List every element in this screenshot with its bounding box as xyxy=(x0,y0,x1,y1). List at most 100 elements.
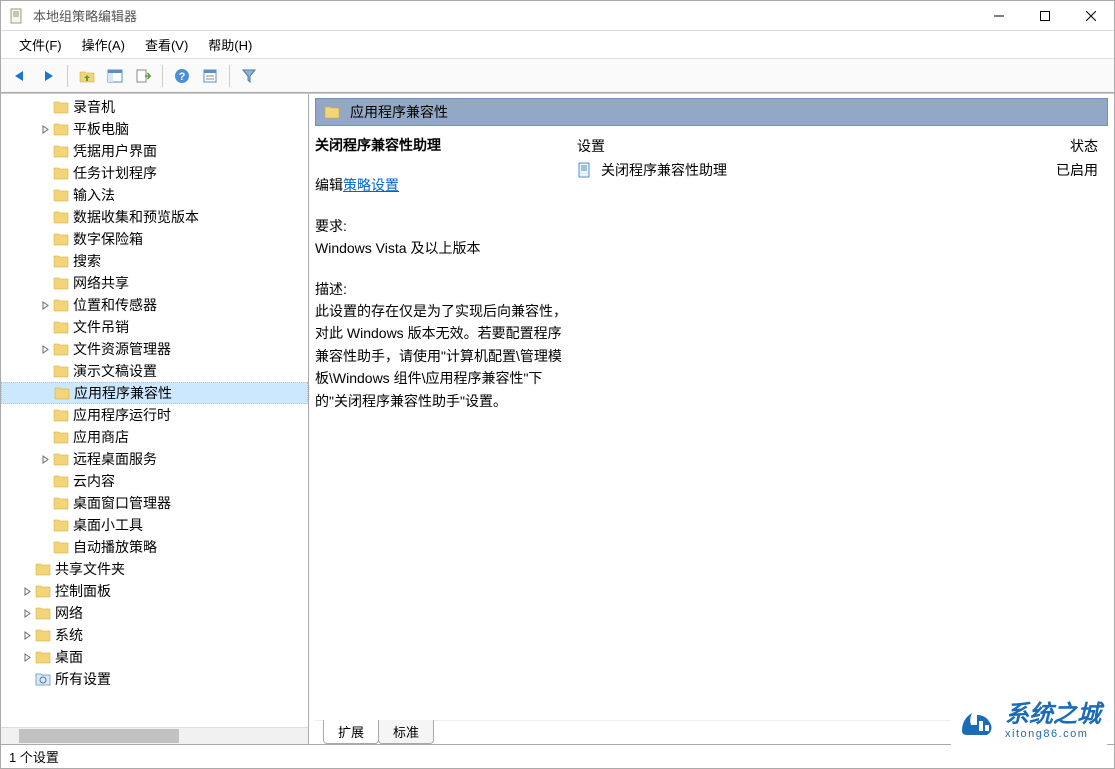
close-button[interactable] xyxy=(1068,2,1114,30)
folder-icon xyxy=(35,584,51,598)
requirement-text: Windows Vista 及以上版本 xyxy=(315,237,569,259)
expand-icon[interactable] xyxy=(37,345,53,354)
tab-extended[interactable]: 扩展 xyxy=(323,720,379,744)
tree-item[interactable]: 位置和传感器 xyxy=(1,294,308,316)
window-title: 本地组策略编辑器 xyxy=(33,6,976,25)
edit-policy-link[interactable]: 策略设置 xyxy=(343,177,399,193)
list-row[interactable]: 关闭程序兼容性助理已启用 xyxy=(577,158,1108,182)
list-header-setting[interactable]: 设置 xyxy=(577,136,1048,156)
tree-item[interactable]: 应用程序运行时 xyxy=(1,404,308,426)
tree-item[interactable]: 桌面 xyxy=(1,646,308,668)
tree-item[interactable]: 网络 xyxy=(1,602,308,624)
tree-item-label: 共享文件夹 xyxy=(55,559,125,579)
tree-item[interactable]: 文件吊销 xyxy=(1,316,308,338)
properties-button[interactable] xyxy=(197,63,223,89)
folder-icon xyxy=(53,276,69,290)
filter-button[interactable] xyxy=(236,63,262,89)
watermark-logo-icon xyxy=(957,701,997,741)
maximize-button[interactable] xyxy=(1022,2,1068,30)
description-text: 此设置的存在仅是为了实现后向兼容性，对此 Windows 版本无效。若要配置程序… xyxy=(315,300,569,412)
tree-item[interactable]: 应用商店 xyxy=(1,426,308,448)
list-row-name: 关闭程序兼容性助理 xyxy=(601,160,727,180)
tree-item[interactable]: 演示文稿设置 xyxy=(1,360,308,382)
tree-item-label: 远程桌面服务 xyxy=(73,449,157,469)
list-header-state[interactable]: 状态 xyxy=(1048,136,1108,156)
folder-icon xyxy=(53,144,69,158)
tree-item[interactable]: 所有设置 xyxy=(1,668,308,690)
folder-icon xyxy=(35,628,51,642)
expand-icon[interactable] xyxy=(19,631,35,640)
tree-item-label: 凭据用户界面 xyxy=(73,141,157,161)
expand-icon[interactable] xyxy=(19,609,35,618)
folder-icon xyxy=(53,430,69,444)
tree-item-label: 网络共享 xyxy=(73,273,129,293)
tree-item[interactable]: 系统 xyxy=(1,624,308,646)
tree-item[interactable]: 任务计划程序 xyxy=(1,162,308,184)
folder-icon xyxy=(53,364,69,378)
folder-icon xyxy=(324,105,340,119)
tree-item[interactable]: 云内容 xyxy=(1,470,308,492)
folder-icon xyxy=(53,210,69,224)
forward-button[interactable] xyxy=(35,63,61,89)
expand-icon[interactable] xyxy=(19,587,35,596)
tree-item-label: 应用程序兼容性 xyxy=(74,383,172,403)
up-folder-button[interactable] xyxy=(74,63,100,89)
tree-item-label: 文件吊销 xyxy=(73,317,129,337)
tree-item-label: 云内容 xyxy=(73,471,115,491)
tree-item[interactable]: 凭据用户界面 xyxy=(1,140,308,162)
expand-icon[interactable] xyxy=(37,301,53,310)
tree-item[interactable]: 桌面窗口管理器 xyxy=(1,492,308,514)
content-header-title: 应用程序兼容性 xyxy=(350,102,448,122)
tree-item-label: 演示文稿设置 xyxy=(73,361,157,381)
tree-item-label: 桌面窗口管理器 xyxy=(73,493,171,513)
expand-icon[interactable] xyxy=(37,125,53,134)
minimize-button[interactable] xyxy=(976,2,1022,30)
tree-item-label: 所有设置 xyxy=(55,669,111,689)
expand-icon[interactable] xyxy=(37,455,53,464)
app-icon xyxy=(9,8,25,24)
menu-view[interactable]: 查看(V) xyxy=(135,31,198,58)
tree-item[interactable]: 数据收集和预览版本 xyxy=(1,206,308,228)
folder-icon xyxy=(35,562,51,576)
edit-label: 编辑 xyxy=(315,177,343,193)
tree-item[interactable]: 控制面板 xyxy=(1,580,308,602)
menu-file[interactable]: 文件(F) xyxy=(9,31,72,58)
tree-item-label: 桌面 xyxy=(55,647,83,667)
tree-item[interactable]: 应用程序兼容性 xyxy=(1,382,308,404)
folder-icon xyxy=(53,232,69,246)
show-hide-tree-button[interactable] xyxy=(102,63,128,89)
back-button[interactable] xyxy=(7,63,33,89)
menu-action[interactable]: 操作(A) xyxy=(72,31,135,58)
expand-icon[interactable] xyxy=(19,653,35,662)
horizontal-scrollbar[interactable] xyxy=(1,727,308,744)
folder-icon xyxy=(53,166,69,180)
tree-view[interactable]: 录音机平板电脑凭据用户界面任务计划程序输入法数据收集和预览版本数字保险箱搜索网络… xyxy=(1,94,308,727)
tree-item[interactable]: 远程桌面服务 xyxy=(1,448,308,470)
tree-item[interactable]: 网络共享 xyxy=(1,272,308,294)
toolbar-separator xyxy=(162,65,163,87)
policy-icon xyxy=(577,162,593,178)
tree-item[interactable]: 文件资源管理器 xyxy=(1,338,308,360)
menu-help[interactable]: 帮助(H) xyxy=(198,31,262,58)
tree-item[interactable]: 平板电脑 xyxy=(1,118,308,140)
tree-item-label: 文件资源管理器 xyxy=(73,339,171,359)
details-panel: 应用程序兼容性 关闭程序兼容性助理 编辑策略设置 要求: Windows Vis… xyxy=(309,94,1114,744)
export-list-button[interactable] xyxy=(130,63,156,89)
tree-item[interactable]: 输入法 xyxy=(1,184,308,206)
tree-item[interactable]: 自动播放策略 xyxy=(1,536,308,558)
folder-icon xyxy=(53,188,69,202)
folder-icon xyxy=(35,606,51,620)
tree-item-label: 录音机 xyxy=(73,97,115,117)
tab-standard[interactable]: 标准 xyxy=(378,720,434,744)
tree-item[interactable]: 共享文件夹 xyxy=(1,558,308,580)
folder-icon xyxy=(35,650,51,664)
tree-item[interactable]: 录音机 xyxy=(1,96,308,118)
tree-item[interactable]: 数字保险箱 xyxy=(1,228,308,250)
tree-item-label: 网络 xyxy=(55,603,83,623)
tree-item[interactable]: 桌面小工具 xyxy=(1,514,308,536)
list-header[interactable]: 设置 状态 xyxy=(577,134,1108,158)
tree-item-label: 数据收集和预览版本 xyxy=(73,207,199,227)
help-toolbar-button[interactable]: ? xyxy=(169,63,195,89)
requirement-label: 要求: xyxy=(315,215,569,237)
tree-item[interactable]: 搜索 xyxy=(1,250,308,272)
